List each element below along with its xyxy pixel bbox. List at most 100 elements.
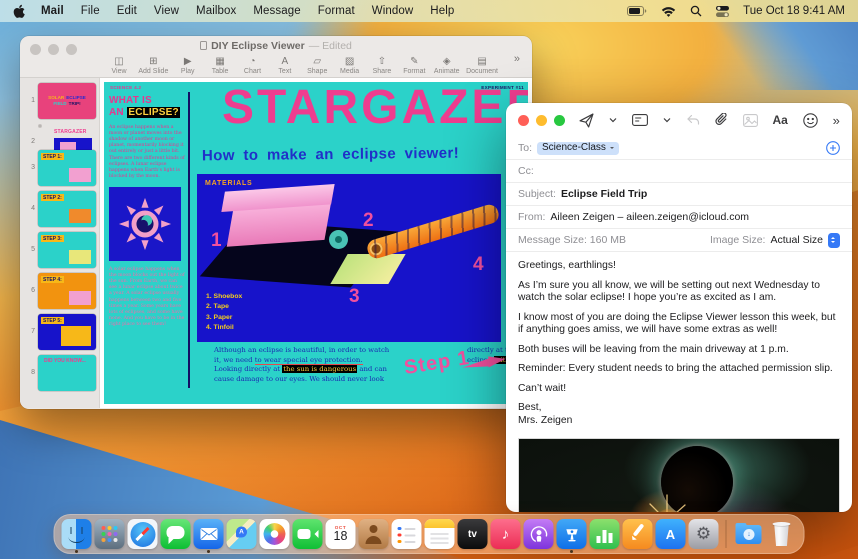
toolbar-share-button[interactable]: ⇧ Share (369, 56, 395, 75)
reply-button[interactable] (686, 114, 700, 126)
spotlight-search-icon[interactable] (690, 5, 702, 17)
mail-minimize-button[interactable] (536, 114, 547, 126)
header-fields-button[interactable] (631, 114, 648, 126)
slide-thumbnail-7[interactable]: 7 STEP 5: (22, 314, 99, 350)
dock-icon-maps[interactable] (226, 516, 257, 552)
toolbar-table-button[interactable]: ▦ Table (207, 56, 233, 75)
dock-icon-notes[interactable] (424, 516, 455, 552)
menu-message[interactable]: Message (253, 5, 300, 17)
toolbar-add-slide-button[interactable]: ⊞ Add Slide (138, 56, 168, 75)
toolbar-more-button[interactable]: » (833, 113, 840, 128)
dock-icon-trash[interactable] (767, 516, 797, 552)
battery-icon[interactable] (627, 6, 647, 16)
toolbar-view-button[interactable]: ◫ View (106, 56, 132, 75)
dock-icon-downloads[interactable]: ↓ (734, 516, 764, 552)
thumbnail-step-2[interactable]: STEP 2: (38, 191, 96, 227)
menu-bar-clock[interactable]: Tue Oct 18 9:41 AM (743, 5, 845, 17)
dock-icon-facetime[interactable] (292, 516, 323, 552)
thumbnail-step-4[interactable]: STEP 4: (38, 273, 96, 309)
cc-field[interactable]: Cc: (506, 160, 852, 183)
what-is-heading[interactable]: WHAT IS AN ECLIPSE? (109, 95, 185, 119)
dock-icon-app-store[interactable]: A (655, 516, 686, 552)
dock-icon-podcasts[interactable] (523, 516, 554, 552)
dock-icon-contacts[interactable] (358, 516, 389, 552)
menu-edit[interactable]: Edit (117, 5, 137, 17)
slide-kicker-left[interactable]: SCIENCE 4.2 (110, 85, 141, 90)
wifi-icon[interactable] (661, 6, 676, 17)
control-center-icon[interactable] (716, 5, 730, 17)
header-fields-chevron-icon[interactable] (663, 117, 671, 123)
stargazer-slide[interactable]: SCIENCE 4.2 EXPERIMENT #11 WHAT IS AN ECL… (104, 82, 528, 404)
slide-thumbnail-4[interactable]: 4 STEP 2: (22, 191, 99, 227)
caution-text-left[interactable]: Although an eclipse is beautiful, in ord… (214, 346, 390, 384)
menu-file[interactable]: File (81, 5, 100, 17)
dock-divider (725, 520, 727, 548)
insert-photo-button[interactable] (742, 113, 758, 127)
toolbar-shape-button[interactable]: ▱ Shape (304, 56, 330, 75)
dock-icon-numbers[interactable] (589, 516, 620, 552)
send-options-chevron-icon[interactable] (609, 117, 617, 123)
slide-thumbnail-6[interactable]: 6 STEP 4: (22, 273, 99, 309)
thumbnail-step-1[interactable]: STEP 1: (38, 150, 96, 186)
dock-icon-reminders[interactable] (391, 516, 422, 552)
dock-icon-tv[interactable]: tv (457, 516, 488, 552)
dock-icon-photos[interactable] (259, 516, 290, 552)
eclipse-definition-text[interactable]: An eclipse happens when a moon or planet… (109, 125, 185, 180)
toolbar-media-button[interactable]: ▨ Media (337, 56, 363, 75)
attach-button[interactable] (715, 113, 728, 127)
dock-icon-messages[interactable] (160, 516, 191, 552)
thumbnail-step-5[interactable]: STEP 5: (38, 314, 96, 350)
solar-eclipse-text[interactable]: A solar eclipse happens when the moon bl… (109, 267, 185, 328)
toolbar-chart-button[interactable]: ◔ Chart (239, 56, 265, 75)
to-field[interactable]: To: Science-Class (506, 137, 852, 160)
slide-thumbnail-5[interactable]: 5 STEP 3: (22, 232, 99, 268)
subject-field[interactable]: Subject: Eclipse Field Trip (506, 183, 852, 206)
menu-window[interactable]: Window (372, 5, 414, 17)
dock-icon-launchpad[interactable] (94, 516, 125, 552)
thumbnail-did-you-know[interactable]: DID YOU KNOW... (38, 355, 96, 391)
dock-icon-mail[interactable] (193, 516, 224, 553)
dock-icon-finder[interactable] (61, 516, 92, 553)
recipient-token[interactable]: Science-Class (537, 141, 619, 155)
slide-subtitle[interactable]: How to make an eclipse viewer! (202, 145, 459, 165)
running-indicator (570, 550, 573, 553)
message-body[interactable]: Greetings, earthlings! As I’m sure you a… (506, 252, 852, 436)
materials-panel[interactable]: MATERIALS 1 2 3 4 1. Shoebox 2. Tape 3. … (197, 174, 501, 342)
toolbar-text-button[interactable]: A Text (272, 56, 298, 75)
image-size-popup-button[interactable] (828, 232, 840, 248)
toolbar-animate-button[interactable]: ◈ Animate (434, 56, 460, 75)
add-recipient-button[interactable] (826, 141, 840, 155)
format-button[interactable]: Aa (772, 113, 787, 127)
menu-help[interactable]: Help (430, 5, 454, 17)
mail-close-button[interactable] (518, 114, 529, 126)
dock-icon-pages[interactable] (622, 516, 653, 552)
menu-view[interactable]: View (154, 5, 179, 17)
toolbar-play-button[interactable]: ▶ Play (175, 56, 201, 75)
slide-thumbnail-1[interactable]: 1 SOLAR ECLIPSE FIELD TRIP! (22, 83, 99, 119)
menu-format[interactable]: Format (318, 5, 355, 17)
thumbnail-step-3[interactable]: STEP 3: (38, 232, 96, 268)
slide-thumbnail-8[interactable]: 8 DID YOU KNOW... (22, 355, 99, 391)
menu-mail[interactable]: Mail (41, 5, 64, 17)
slide-thumbnail-3[interactable]: 3 STEP 1: (22, 150, 99, 186)
sun-illustration[interactable] (109, 186, 181, 261)
dock-icon-keynote[interactable] (556, 516, 587, 553)
apple-logo-icon[interactable] (13, 4, 25, 19)
menu-mailbox[interactable]: Mailbox (196, 5, 236, 17)
mail-zoom-button[interactable] (554, 114, 565, 126)
dock-icon-calendar[interactable]: OCT 18 (325, 516, 356, 552)
stargazer-title[interactable]: STARGAZER (222, 82, 528, 135)
dock-icon-system-settings[interactable]: ⚙ (688, 516, 719, 552)
materials-list: 1. Shoebox 2. Tape 3. Paper 4. Tinfoil (206, 292, 243, 332)
slide-thumbnail-2-selected[interactable]: 2 STARGAZER (22, 124, 99, 145)
emoji-button[interactable] (802, 112, 818, 128)
thumbnail-title-slide[interactable]: SOLAR ECLIPSE FIELD TRIP! (38, 83, 96, 119)
attachment-eclipse-photo[interactable] (518, 438, 840, 512)
toolbar-format-button[interactable]: ✎ Format (401, 56, 427, 75)
dock-icon-music[interactable]: ♪ (490, 516, 521, 552)
send-button[interactable] (579, 112, 594, 128)
toolbar-overflow-button[interactable]: » (514, 53, 520, 65)
toolbar-document-button[interactable]: ▤ Document (466, 56, 498, 75)
dock-icon-safari[interactable] (127, 516, 158, 552)
from-field[interactable]: From: Aileen Zeigen – aileen.zeigen@iclou… (506, 206, 852, 229)
